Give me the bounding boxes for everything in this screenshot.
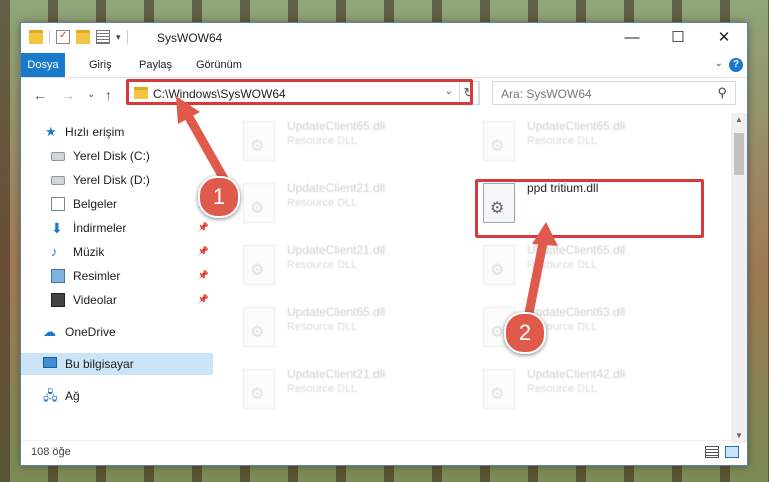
callout-2-badge: 2: [504, 312, 546, 354]
arrow-2-head: [532, 222, 558, 246]
arrow-2-shaft: [523, 233, 549, 323]
annotation-arrows: [176, 96, 558, 323]
callout-1-badge: 1: [198, 176, 240, 218]
arrow-1-shaft: [181, 107, 233, 191]
